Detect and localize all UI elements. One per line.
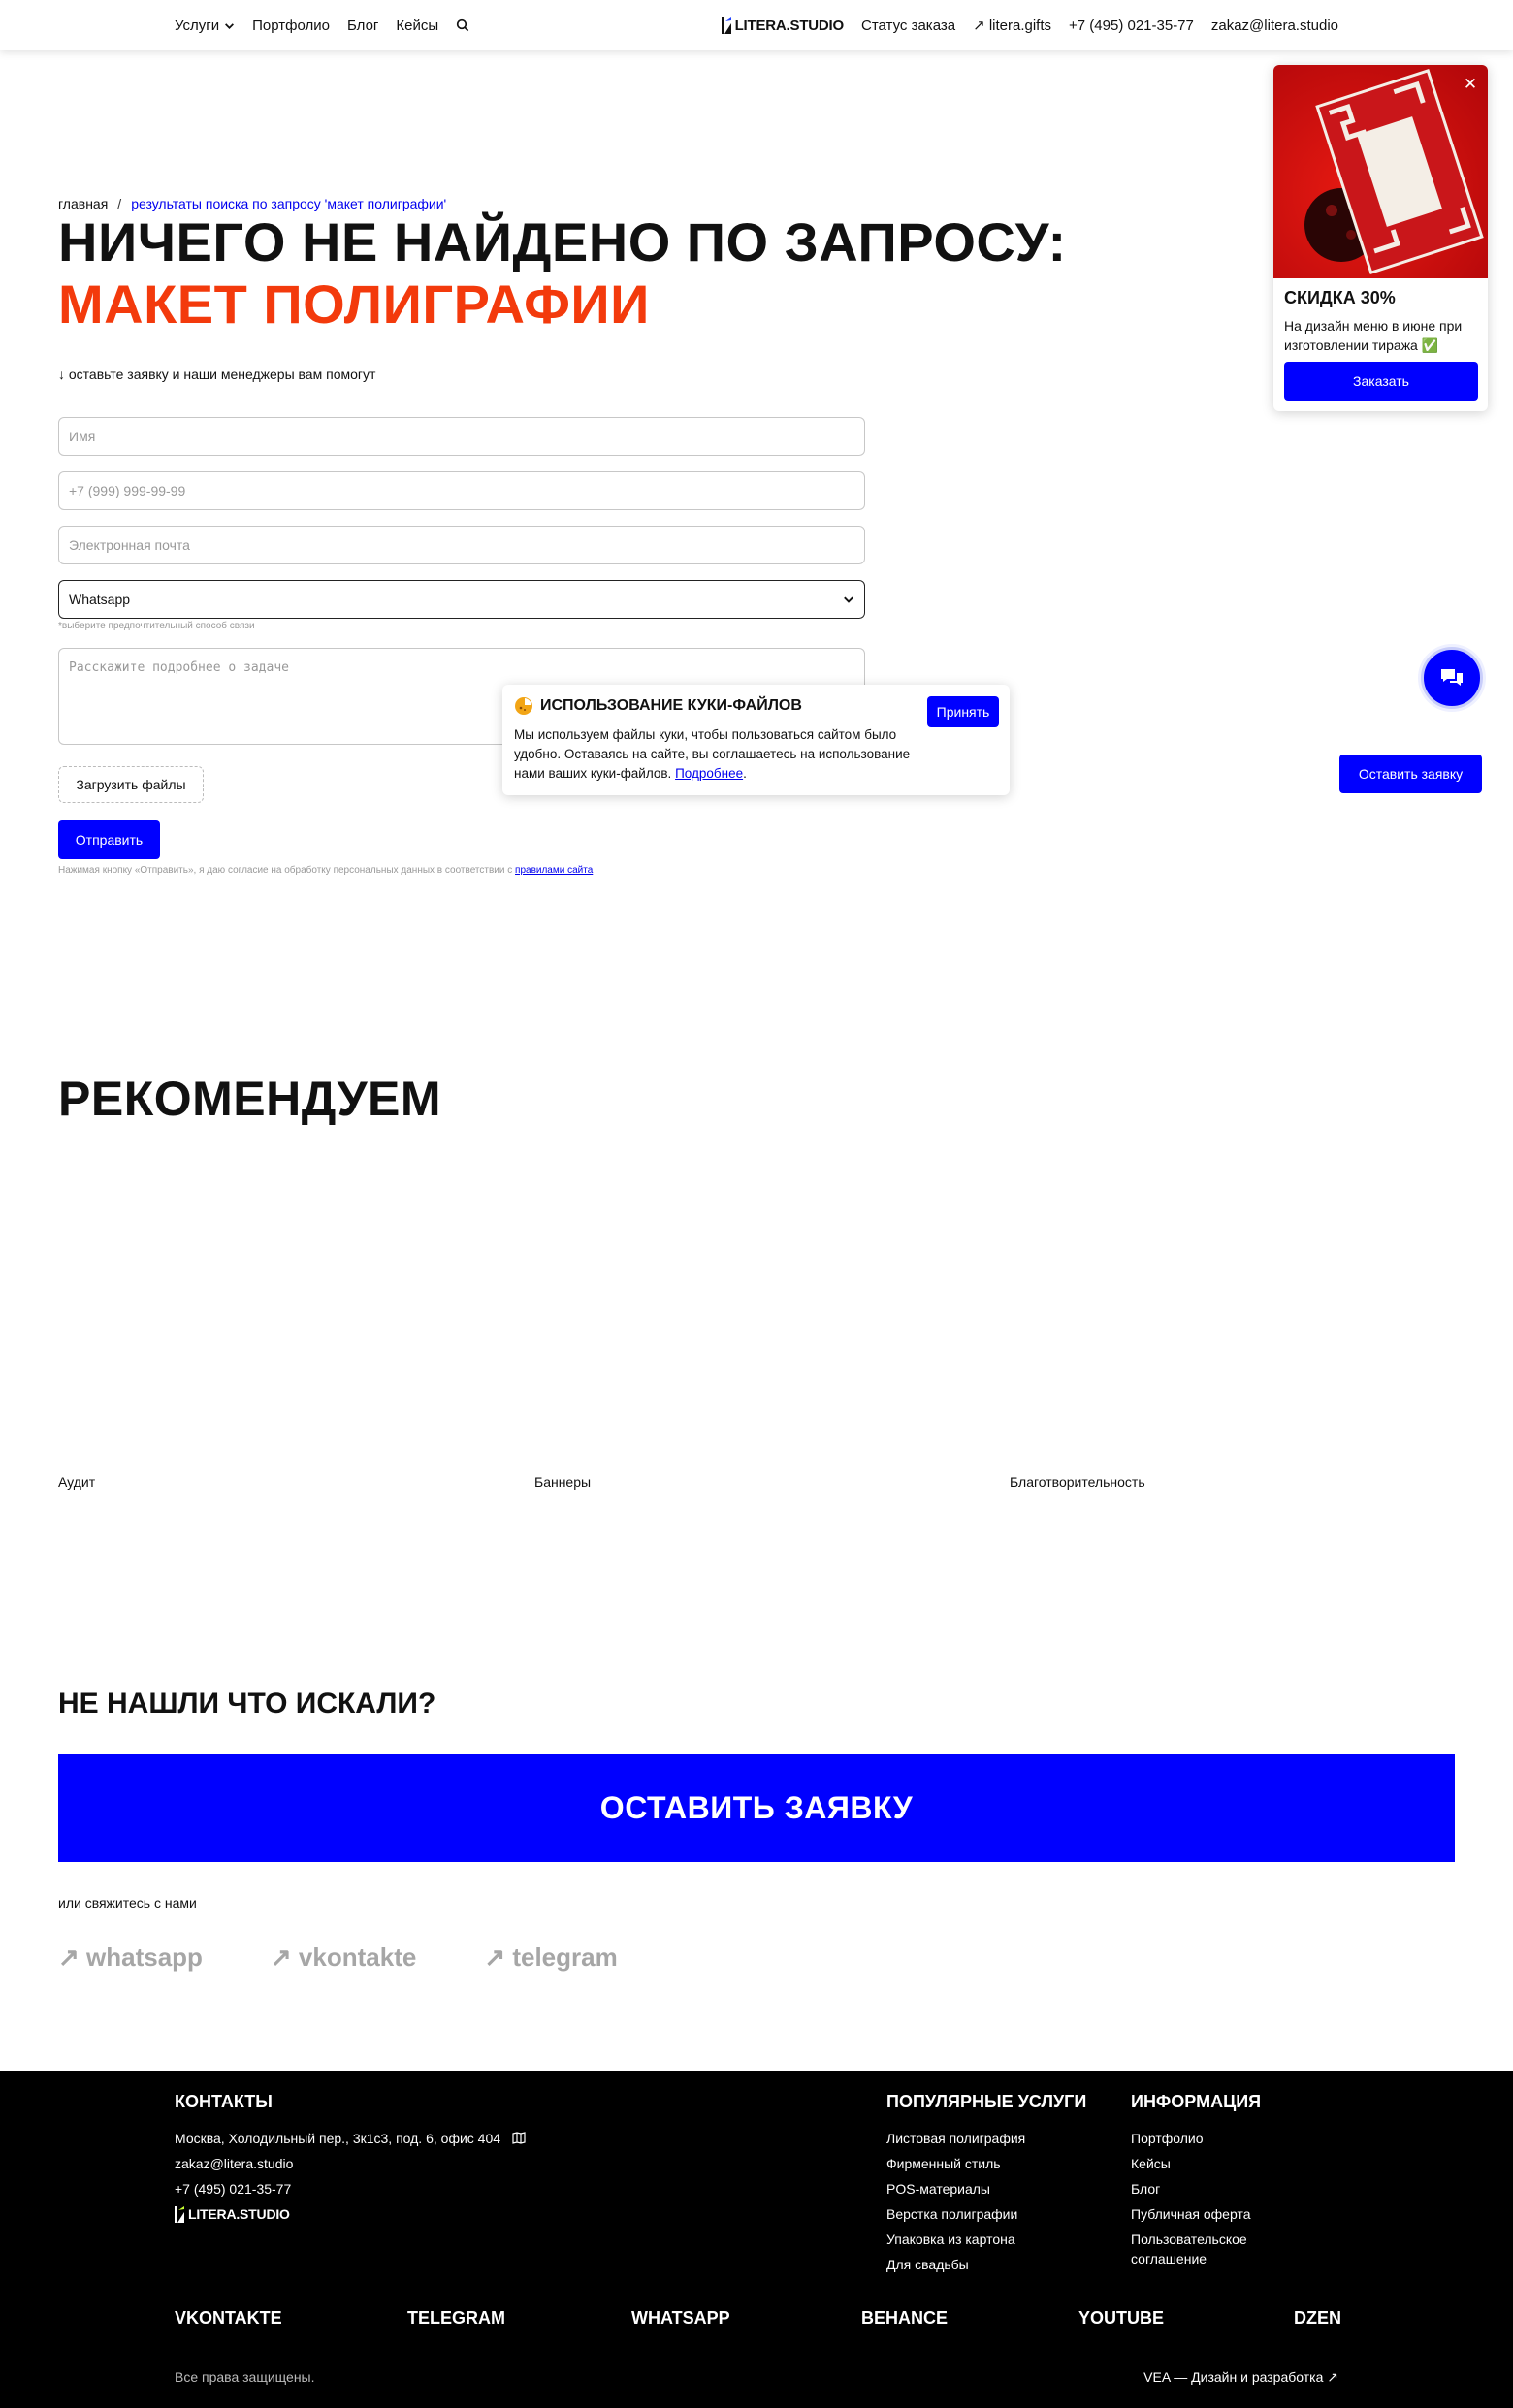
page-title-prefix: Ничего не найдено по запросу: [58, 211, 1067, 273]
gifts-link[interactable]: ↗ litera.gifts [973, 16, 1051, 34]
nav-services[interactable]: Услуги [175, 17, 235, 34]
footer-info-link[interactable]: Публичная оферта [1131, 2201, 1315, 2227]
nav-cases[interactable]: Кейсы [396, 17, 438, 34]
page-title: Ничего не найдено по запросу: макет поли… [58, 211, 1144, 336]
cookie-text: Мы используем файлы куки, чтобы пользова… [514, 727, 911, 781]
recommend-title: Рекомендуем [58, 1072, 442, 1126]
footer-rights: Все права защищены. [175, 2369, 315, 2385]
footer-info-link[interactable]: Блог [1131, 2176, 1315, 2201]
main-nav: Услуги Портфолио Блог Кейсы [175, 0, 469, 50]
vkontakte-link[interactable]: ↗ vkontakte [271, 1942, 416, 1973]
phone-input[interactable]: +7 (999) 999-99-99 [58, 471, 865, 510]
consent-text-body: Нажимая кнопку «Отправить», я даю соглас… [58, 865, 513, 876]
recommend-item[interactable]: Благотворительность [1010, 1474, 1145, 1490]
nav-services-label: Услуги [175, 16, 220, 34]
contact-method-hint: *выберите предпочтительный способ связи [58, 621, 255, 631]
footer-info-link[interactable]: Кейсы [1131, 2151, 1315, 2176]
order-status-link[interactable]: Статус заказа [861, 17, 955, 34]
footer-phone[interactable]: +7 (495) 021-35-77 [175, 2176, 526, 2201]
cookie-more-link[interactable]: Подробнее [675, 766, 743, 781]
footer-service-link[interactable]: POS-материалы [886, 2176, 1086, 2201]
consent-text: Нажимая кнопку «Отправить», я даю соглас… [58, 865, 593, 876]
footer-vkontakte-link[interactable]: VKONTAKTE [175, 2308, 282, 2328]
not-found-title: Не нашли что искали? [58, 1687, 436, 1719]
chat-button[interactable] [1421, 647, 1483, 709]
promo-image [1273, 65, 1488, 278]
promo-title: СКИДКА 30% [1284, 288, 1396, 307]
search-button[interactable] [456, 18, 469, 32]
search-query: макет полиграфии [58, 273, 650, 335]
logo-text: LITERA.STUDIO [734, 16, 845, 34]
contact-method-value: Whatsapp [69, 592, 131, 607]
footer-contacts-title: Контакты [175, 2092, 273, 2111]
whatsapp-link[interactable]: ↗ whatsapp [58, 1942, 203, 1973]
telegram-link[interactable]: ↗ telegram [484, 1942, 617, 1973]
footer-service-link[interactable]: Листовая полиграфия [886, 2126, 1086, 2151]
contact-hint: или свяжитесь с нами [58, 1895, 197, 1910]
submit-button[interactable]: Отправить [58, 820, 160, 859]
site-rules-link[interactable]: правилами сайта [515, 865, 593, 876]
footer-dzen-link[interactable]: DZEN [1294, 2308, 1341, 2328]
cookie-icon [515, 697, 532, 715]
cookie-title-text: Использование куки-файлов [540, 697, 802, 714]
cookie-banner: Использование куки-файлов Мы используем … [502, 685, 1010, 795]
promo-text: На дизайн меню в июне при изготовлении т… [1284, 318, 1463, 353]
chat-icon [1441, 669, 1463, 686]
upload-files-button[interactable]: Загрузить файлы [58, 766, 204, 803]
site-footer: Контакты Москва, Холодильный пер., 3к1с3… [0, 2071, 1513, 2408]
header-right: LITERA.STUDIO Статус заказа ↗ litera.gif… [721, 0, 1338, 50]
footer-info: Информация Портфолио Кейсы Блог Публична… [1131, 2092, 1315, 2268]
breadcrumb-home[interactable]: главная [58, 196, 108, 211]
social-links: ↗ whatsapp ↗ vkontakte ↗ telegram [58, 1942, 618, 1973]
footer-services: Популярные услуги Листовая полиграфия Фи… [886, 2092, 1086, 2277]
footer-telegram-link[interactable]: TELEGRAM [407, 2308, 505, 2328]
breadcrumb-separator: / [117, 196, 122, 211]
header-email[interactable]: zakaz@litera.studio [1211, 17, 1338, 34]
footer-address: Москва, Холодильный пер., 3к1с3, под. 6,… [175, 2126, 526, 2151]
close-icon[interactable]: ✕ [1461, 75, 1480, 94]
footer-info-link[interactable]: Пользовательское соглашение [1131, 2230, 1315, 2268]
footer-youtube-link[interactable]: YOUTUBE [1078, 2308, 1164, 2328]
footer-info-title: Информация [1131, 2092, 1262, 2111]
search-icon [457, 18, 469, 32]
header-logo[interactable]: LITERA.STUDIO [721, 16, 845, 34]
recommend-item[interactable]: Баннеры [534, 1474, 591, 1490]
leave-request-button[interactable]: Оставить заявку [1339, 755, 1482, 793]
footer-logo[interactable]: LITERA.STUDIO [175, 2201, 526, 2227]
footer-whatsapp-link[interactable]: WHATSAPP [631, 2308, 730, 2328]
map-icon[interactable] [512, 2132, 526, 2144]
name-input[interactable]: Имя [58, 417, 865, 456]
chevron-down-icon [225, 22, 235, 29]
chevron-down-icon [844, 596, 853, 603]
site-header: Услуги Портфолио Блог Кейсы LITERA.STUDI… [0, 0, 1513, 50]
footer-service-link[interactable]: Упаковка из картона [886, 2227, 1086, 2252]
contact-method-select[interactable]: Whatsapp [58, 580, 865, 619]
footer-service-link[interactable]: Верстка полиграфии [886, 2201, 1086, 2227]
header-phone[interactable]: +7 (495) 021-35-77 [1069, 17, 1194, 34]
nav-blog[interactable]: Блог [347, 17, 378, 34]
logo-icon [175, 2205, 184, 2223]
recommend-item[interactable]: Аудит [58, 1474, 95, 1490]
breadcrumb: главная / результаты поиска по запросу '… [58, 196, 446, 211]
footer-logo-text: LITERA.STUDIO [188, 2206, 290, 2222]
form-hint: ↓ оставьте заявку и наши менеджеры вам п… [58, 367, 376, 382]
footer-services-title: Популярные услуги [886, 2092, 1087, 2111]
footer-behance-link[interactable]: BEHANCE [861, 2308, 948, 2328]
footer-contacts: Контакты Москва, Холодильный пер., 3к1с3… [175, 2092, 526, 2227]
promo-popup: ✕ СКИДКА 30% На дизайн меню в июне при и… [1273, 65, 1488, 411]
nav-portfolio[interactable]: Портфолио [252, 17, 330, 34]
footer-info-link[interactable]: Портфолио [1131, 2126, 1315, 2151]
big-leave-request-button[interactable]: Оставить заявку [58, 1754, 1455, 1862]
cookie-title: Использование куки-файлов [514, 696, 802, 716]
cookie-accept-button[interactable]: Принять [927, 696, 999, 727]
footer-service-link[interactable]: Для свадьбы [886, 2252, 1086, 2277]
footer-service-link[interactable]: Фирменный стиль [886, 2151, 1086, 2176]
email-input[interactable]: Электронная почта [58, 526, 865, 564]
breadcrumb-current[interactable]: результаты поиска по запросу 'макет поли… [131, 196, 446, 211]
logo-icon [721, 16, 731, 34]
footer-email[interactable]: zakaz@litera.studio [175, 2151, 526, 2176]
footer-address-text: Москва, Холодильный пер., 3к1с3, под. 6,… [175, 2131, 501, 2146]
promo-order-button[interactable]: Заказать [1284, 362, 1478, 401]
developer-link[interactable]: VEA — Дизайн и разработка ↗ [1143, 2369, 1338, 2386]
